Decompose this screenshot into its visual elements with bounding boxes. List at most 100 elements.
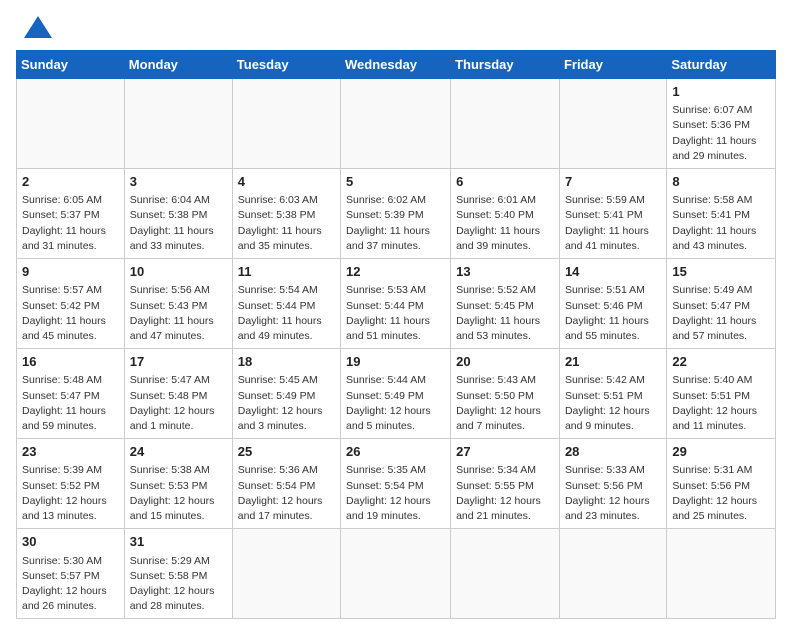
calendar-cell: 8Sunrise: 5:58 AM Sunset: 5:41 PM Daylig… xyxy=(667,169,776,259)
day-number: 13 xyxy=(456,263,554,281)
day-info: Sunrise: 5:54 AM Sunset: 5:44 PM Dayligh… xyxy=(238,283,335,344)
day-number: 30 xyxy=(22,533,119,551)
day-number: 17 xyxy=(130,353,227,371)
calendar-cell xyxy=(451,79,560,169)
day-number: 9 xyxy=(22,263,119,281)
day-info: Sunrise: 5:47 AM Sunset: 5:48 PM Dayligh… xyxy=(130,373,227,434)
calendar-cell: 13Sunrise: 5:52 AM Sunset: 5:45 PM Dayli… xyxy=(451,259,560,349)
calendar-week-4: 16 Sunrise: 5:48 AM Sunset: 5:47 PM Dayli… xyxy=(17,349,776,439)
calendar-body: 1 Sunrise: 6:07 AM Sunset: 5:36 PM Daylig… xyxy=(17,79,776,619)
calendar-cell: 9 Sunrise: 5:57 AM Sunset: 5:42 PM Daylig… xyxy=(17,259,125,349)
calendar-week-5: 23 Sunrise: 5:39 AM Sunset: 5:52 PM Dayli… xyxy=(17,439,776,529)
day-number: 26 xyxy=(346,443,445,461)
day-info: Sunrise: 5:48 AM Sunset: 5:47 PM Dayligh… xyxy=(22,373,119,434)
calendar-cell: 11 Sunrise: 5:54 AM Sunset: 5:44 PM Dayli… xyxy=(232,259,340,349)
calendar-cell: 27 Sunrise: 5:34 AM Sunset: 5:55 PM Dayli… xyxy=(451,439,560,529)
day-info: Sunrise: 5:57 AM Sunset: 5:42 PM Dayligh… xyxy=(22,283,119,344)
calendar-cell: 29Sunrise: 5:31 AM Sunset: 5:56 PM Dayli… xyxy=(667,439,776,529)
day-info: Sunrise: 6:01 AM Sunset: 5:40 PM Dayligh… xyxy=(456,193,554,254)
calendar-cell: 23 Sunrise: 5:39 AM Sunset: 5:52 PM Dayli… xyxy=(17,439,125,529)
calendar-cell xyxy=(124,79,232,169)
day-info: Sunrise: 5:44 AM Sunset: 5:49 PM Dayligh… xyxy=(346,373,445,434)
day-number: 14 xyxy=(565,263,661,281)
day-number: 11 xyxy=(238,263,335,281)
calendar-cell: 14Sunrise: 5:51 AM Sunset: 5:46 PM Dayli… xyxy=(559,259,666,349)
calendar-cell xyxy=(559,79,666,169)
calendar-cell: 25Sunrise: 5:36 AM Sunset: 5:54 PM Dayli… xyxy=(232,439,340,529)
calendar-cell: 2Sunrise: 6:05 AM Sunset: 5:37 PM Daylig… xyxy=(17,169,125,259)
calendar-cell: 18 Sunrise: 5:45 AM Sunset: 5:49 PM Dayli… xyxy=(232,349,340,439)
calendar-cell xyxy=(559,529,666,619)
calendar-cell: 31 Sunrise: 5:29 AM Sunset: 5:58 PM Dayli… xyxy=(124,529,232,619)
weekday-header-row: SundayMondayTuesdayWednesdayThursdayFrid… xyxy=(17,51,776,79)
day-info: Sunrise: 5:49 AM Sunset: 5:47 PM Dayligh… xyxy=(672,283,770,344)
calendar-week-1: 1 Sunrise: 6:07 AM Sunset: 5:36 PM Daylig… xyxy=(17,79,776,169)
calendar-cell: 24 Sunrise: 5:38 AM Sunset: 5:53 PM Dayli… xyxy=(124,439,232,529)
day-number: 28 xyxy=(565,443,661,461)
day-number: 22 xyxy=(672,353,770,371)
calendar-cell xyxy=(232,529,340,619)
weekday-header-saturday: Saturday xyxy=(667,51,776,79)
weekday-header-monday: Monday xyxy=(124,51,232,79)
day-number: 8 xyxy=(672,173,770,191)
day-number: 21 xyxy=(565,353,661,371)
day-number: 12 xyxy=(346,263,445,281)
day-info: Sunrise: 5:53 AM Sunset: 5:44 PM Dayligh… xyxy=(346,283,445,344)
calendar-cell: 3Sunrise: 6:04 AM Sunset: 5:38 PM Daylig… xyxy=(124,169,232,259)
calendar-cell: 20Sunrise: 5:43 AM Sunset: 5:50 PM Dayli… xyxy=(451,349,560,439)
day-info: Sunrise: 5:56 AM Sunset: 5:43 PM Dayligh… xyxy=(130,283,227,344)
day-number: 25 xyxy=(238,443,335,461)
calendar-table: SundayMondayTuesdayWednesdayThursdayFrid… xyxy=(16,50,776,619)
calendar-cell: 19 Sunrise: 5:44 AM Sunset: 5:49 PM Dayli… xyxy=(341,349,451,439)
calendar-cell: 10 Sunrise: 5:56 AM Sunset: 5:43 PM Dayli… xyxy=(124,259,232,349)
calendar-week-6: 30 Sunrise: 5:30 AM Sunset: 5:57 PM Dayli… xyxy=(17,529,776,619)
calendar-cell: 4 Sunrise: 6:03 AM Sunset: 5:38 PM Daylig… xyxy=(232,169,340,259)
day-info: Sunrise: 6:07 AM Sunset: 5:36 PM Dayligh… xyxy=(672,103,770,164)
calendar-cell: 15Sunrise: 5:49 AM Sunset: 5:47 PM Dayli… xyxy=(667,259,776,349)
day-info: Sunrise: 5:43 AM Sunset: 5:50 PM Dayligh… xyxy=(456,373,554,434)
day-number: 18 xyxy=(238,353,335,371)
day-number: 19 xyxy=(346,353,445,371)
logo-area xyxy=(16,16,52,38)
calendar-cell: 21 Sunrise: 5:42 AM Sunset: 5:51 PM Dayli… xyxy=(559,349,666,439)
calendar-cell xyxy=(667,529,776,619)
day-info: Sunrise: 5:34 AM Sunset: 5:55 PM Dayligh… xyxy=(456,463,554,524)
day-info: Sunrise: 5:30 AM Sunset: 5:57 PM Dayligh… xyxy=(22,554,119,615)
calendar-cell: 12 Sunrise: 5:53 AM Sunset: 5:44 PM Dayli… xyxy=(341,259,451,349)
calendar-cell: 7 Sunrise: 5:59 AM Sunset: 5:41 PM Daylig… xyxy=(559,169,666,259)
day-info: Sunrise: 5:39 AM Sunset: 5:52 PM Dayligh… xyxy=(22,463,119,524)
calendar-cell: 26 Sunrise: 5:35 AM Sunset: 5:54 PM Dayli… xyxy=(341,439,451,529)
calendar-cell: 6Sunrise: 6:01 AM Sunset: 5:40 PM Daylig… xyxy=(451,169,560,259)
day-info: Sunrise: 5:33 AM Sunset: 5:56 PM Dayligh… xyxy=(565,463,661,524)
day-number: 1 xyxy=(672,83,770,101)
day-info: Sunrise: 6:04 AM Sunset: 5:38 PM Dayligh… xyxy=(130,193,227,254)
day-number: 7 xyxy=(565,173,661,191)
day-info: Sunrise: 5:29 AM Sunset: 5:58 PM Dayligh… xyxy=(130,554,227,615)
day-number: 27 xyxy=(456,443,554,461)
weekday-header-wednesday: Wednesday xyxy=(341,51,451,79)
day-number: 16 xyxy=(22,353,119,371)
day-info: Sunrise: 5:59 AM Sunset: 5:41 PM Dayligh… xyxy=(565,193,661,254)
calendar-week-3: 9 Sunrise: 5:57 AM Sunset: 5:42 PM Daylig… xyxy=(17,259,776,349)
calendar-cell: 22 Sunrise: 5:40 AM Sunset: 5:51 PM Dayli… xyxy=(667,349,776,439)
day-info: Sunrise: 6:05 AM Sunset: 5:37 PM Dayligh… xyxy=(22,193,119,254)
day-info: Sunrise: 5:42 AM Sunset: 5:51 PM Dayligh… xyxy=(565,373,661,434)
day-number: 4 xyxy=(238,173,335,191)
day-number: 5 xyxy=(346,173,445,191)
day-number: 31 xyxy=(130,533,227,551)
calendar-cell xyxy=(232,79,340,169)
calendar-cell xyxy=(341,529,451,619)
day-info: Sunrise: 6:03 AM Sunset: 5:38 PM Dayligh… xyxy=(238,193,335,254)
calendar-week-2: 2Sunrise: 6:05 AM Sunset: 5:37 PM Daylig… xyxy=(17,169,776,259)
day-info: Sunrise: 5:31 AM Sunset: 5:56 PM Dayligh… xyxy=(672,463,770,524)
day-number: 10 xyxy=(130,263,227,281)
day-info: Sunrise: 5:45 AM Sunset: 5:49 PM Dayligh… xyxy=(238,373,335,434)
weekday-header-sunday: Sunday xyxy=(17,51,125,79)
calendar-header: SundayMondayTuesdayWednesdayThursdayFrid… xyxy=(17,51,776,79)
day-number: 23 xyxy=(22,443,119,461)
day-info: Sunrise: 5:40 AM Sunset: 5:51 PM Dayligh… xyxy=(672,373,770,434)
day-info: Sunrise: 6:02 AM Sunset: 5:39 PM Dayligh… xyxy=(346,193,445,254)
day-info: Sunrise: 5:35 AM Sunset: 5:54 PM Dayligh… xyxy=(346,463,445,524)
day-number: 24 xyxy=(130,443,227,461)
day-info: Sunrise: 5:38 AM Sunset: 5:53 PM Dayligh… xyxy=(130,463,227,524)
